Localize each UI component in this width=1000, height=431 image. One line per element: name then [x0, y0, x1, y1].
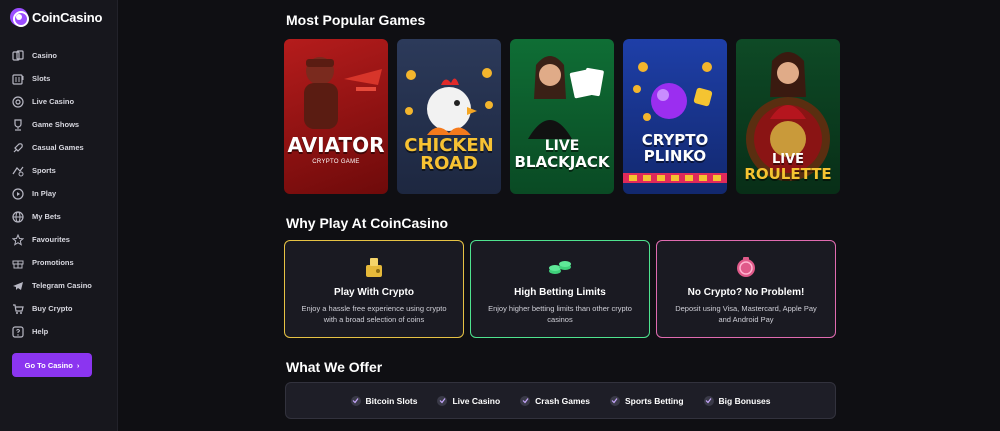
sidebar-item-my-bets[interactable]: My Bets — [12, 205, 116, 228]
feature-description: Deposit using Visa, Mastercard, Apple Pa… — [675, 304, 817, 325]
coins-icon — [471, 255, 649, 279]
check-icon — [437, 395, 448, 406]
sidebar-item-label: Casual Games — [32, 143, 84, 152]
feature-card-no-crypto: No Crypto? No Problem! Deposit using Vis… — [656, 240, 836, 338]
play-icon — [12, 187, 24, 200]
game-card-crypto-plinko[interactable]: CRYPTO PLINKO — [623, 39, 727, 194]
offer-item: Crash Games — [520, 395, 590, 406]
game-title-line2: BLACKJACK — [514, 153, 610, 171]
offer-item: Sports Betting — [609, 395, 684, 406]
popular-games-title: Most Popular Games — [286, 12, 426, 28]
game-subtitle: CRYPTO GAME — [312, 159, 360, 165]
rocket-icon — [12, 142, 24, 154]
game-title-line2: ROAD — [420, 153, 478, 174]
offer-label: Live Casino — [452, 395, 501, 406]
star-icon — [12, 233, 24, 246]
sidebar-item-live-casino[interactable]: Live Casino — [12, 90, 116, 113]
offer-item: Big Bonuses — [703, 395, 771, 406]
sports-icon — [12, 165, 24, 177]
check-icon — [350, 395, 361, 406]
cart-icon — [12, 303, 24, 315]
feature-card-high-betting-limits: High Betting Limits Enjoy higher betting… — [470, 240, 650, 338]
game-card-aviator[interactable]: AVIATOR CRYPTO GAME — [284, 39, 388, 194]
offer-label: Sports Betting — [624, 395, 684, 406]
gift-icon — [12, 257, 24, 269]
offer-label: Big Bonuses — [718, 395, 771, 406]
feature-card-play-with-crypto: Play With Crypto Enjoy a hassle free exp… — [284, 240, 464, 338]
game-title-line1: LIVE — [544, 138, 580, 154]
sidebar-item-slots[interactable]: Slots — [12, 67, 116, 90]
sidebar-item-favourites[interactable]: Favourites — [12, 228, 116, 251]
offer-list: Bitcoin Slots Live Casino Crash Games Sp… — [285, 382, 836, 419]
sidebar-item-casino[interactable]: Casino — [12, 44, 116, 67]
game-title-line2: ROULETTE — [744, 165, 832, 183]
sidebar-item-label: In Play — [32, 189, 57, 198]
brand-name: CoinCasino — [32, 9, 103, 25]
check-icon — [520, 395, 531, 406]
telegram-icon — [12, 280, 24, 292]
game-card-live-roulette[interactable]: LIVE ROULETTE — [736, 39, 840, 194]
sidebar-item-label: Buy Crypto — [32, 304, 73, 313]
sidebar-item-help[interactable]: Help — [12, 320, 116, 343]
sidebar-item-label: Sports — [32, 166, 56, 175]
help-icon — [12, 325, 24, 338]
sidebar-item-in-play[interactable]: In Play — [12, 182, 116, 205]
sidebar-item-label: Slots — [32, 74, 51, 83]
game-title-line2: PLINKO — [643, 147, 707, 165]
feature-title: No Crypto? No Problem! — [687, 287, 805, 298]
slot-machine-icon — [12, 73, 24, 85]
popular-games-row: AVIATOR CRYPTO GAME CHICKEN ROAD LIVE BL… — [284, 39, 840, 194]
plinko-art — [623, 62, 727, 183]
globe-icon — [12, 210, 24, 223]
go-to-casino-button[interactable]: Go To Casino › — [12, 353, 92, 377]
offer-item: Live Casino — [437, 395, 501, 406]
feature-description: Enjoy higher betting limits than other c… — [488, 304, 632, 325]
game-title-line1: CRYPTO — [641, 131, 709, 149]
sidebar-item-buy-crypto[interactable]: Buy Crypto — [12, 297, 116, 320]
aviator-art — [304, 57, 382, 129]
coincasino-logo-icon — [10, 8, 29, 27]
sidebar-nav: Casino Slots Live Casino Game Shows Casu… — [12, 44, 116, 343]
sidebar-item-label: Live Casino — [32, 97, 75, 106]
piggy-bank-icon — [657, 255, 835, 279]
sidebar-item-label: My Bets — [32, 212, 61, 221]
check-icon — [609, 395, 620, 406]
what-we-offer-title: What We Offer — [286, 359, 383, 375]
go-to-casino-label: Go To Casino — [24, 360, 73, 370]
offer-label: Bitcoin Slots — [365, 395, 418, 406]
sidebar-item-label: Help — [32, 327, 49, 336]
sidebar-item-label: Favourites — [32, 235, 70, 244]
sidebar-item-label: Casino — [32, 51, 58, 60]
why-play-title: Why Play At CoinCasino — [286, 215, 449, 231]
offer-item: Bitcoin Slots — [350, 395, 418, 406]
sidebar-item-telegram-casino[interactable]: Telegram Casino — [12, 274, 116, 297]
sidebar-item-sports[interactable]: Sports — [12, 159, 116, 182]
offer-label: Crash Games — [535, 395, 590, 406]
feature-title: High Betting Limits — [514, 287, 606, 298]
game-title: AVIATOR — [287, 133, 385, 157]
sidebar: CoinCasino Casino Slots Live Casino Game… — [0, 0, 118, 431]
sidebar-item-label: Game Shows — [32, 120, 80, 129]
why-play-cards: Play With Crypto Enjoy a hassle free exp… — [284, 240, 836, 338]
sidebar-item-label: Telegram Casino — [32, 281, 92, 290]
cards-icon — [12, 49, 24, 62]
sidebar-item-label: Promotions — [32, 258, 74, 267]
chip-icon — [12, 95, 24, 108]
sidebar-item-game-shows[interactable]: Game Shows — [12, 113, 116, 136]
feature-title: Play With Crypto — [334, 287, 414, 298]
check-icon — [703, 395, 714, 406]
game-card-chicken-road[interactable]: CHICKEN ROAD — [397, 39, 501, 194]
sidebar-item-promotions[interactable]: Promotions — [12, 251, 116, 274]
feature-description: Enjoy a hassle free experience using cry… — [301, 304, 447, 325]
wallet-icon — [285, 255, 463, 279]
brand-logo[interactable]: CoinCasino — [10, 8, 103, 27]
sidebar-item-casual-games[interactable]: Casual Games — [12, 136, 116, 159]
trophy-icon — [12, 118, 24, 131]
game-card-live-blackjack[interactable]: LIVE BLACKJACK — [510, 39, 614, 194]
chevron-right-icon: › — [76, 360, 80, 370]
